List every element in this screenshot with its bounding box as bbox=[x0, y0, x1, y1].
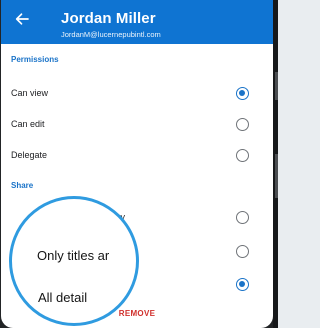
remove-button[interactable]: REMOVE bbox=[1, 309, 273, 318]
contact-name: Jordan Miller bbox=[61, 10, 156, 27]
contact-email: JordanM@lucernepubintl.com bbox=[61, 30, 161, 39]
arrow-left-icon[interactable] bbox=[12, 9, 32, 29]
permission-option-delegate[interactable]: Delegate bbox=[1, 141, 273, 171]
phone-side-button bbox=[275, 72, 278, 100]
radio-dot bbox=[239, 281, 246, 288]
permission-option-can-edit[interactable]: Can edit bbox=[1, 110, 273, 140]
app-header: Jordan Miller JordanM@lucernepubintl.com bbox=[1, 0, 273, 44]
phone-frame: Jordan Miller JordanM@lucernepubintl.com… bbox=[0, 0, 278, 328]
option-label: cations bbox=[107, 246, 136, 256]
share-section-header: Share bbox=[11, 181, 34, 190]
radio-selected[interactable] bbox=[236, 278, 249, 291]
share-option-free-busy[interactable]: busy bbox=[1, 203, 273, 233]
phone-side-button bbox=[275, 154, 278, 198]
share-option-all-details[interactable] bbox=[1, 270, 273, 300]
radio-dot bbox=[239, 90, 246, 97]
option-label: busy bbox=[106, 212, 126, 222]
radio-unselected[interactable] bbox=[236, 149, 249, 162]
radio-selected[interactable] bbox=[236, 87, 249, 100]
permissions-section-header: Permissions bbox=[11, 55, 59, 64]
radio-unselected[interactable] bbox=[236, 118, 249, 131]
radio-unselected[interactable] bbox=[236, 245, 249, 258]
radio-unselected[interactable] bbox=[236, 211, 249, 224]
share-option-titles-locations[interactable]: cations bbox=[1, 237, 273, 267]
permission-option-can-view[interactable]: Can view bbox=[1, 79, 273, 109]
stage: Jordan Miller JordanM@lucernepubintl.com… bbox=[0, 0, 278, 328]
option-label: Can edit bbox=[11, 119, 45, 129]
option-label: Can view bbox=[11, 88, 49, 98]
phone-screen: Jordan Miller JordanM@lucernepubintl.com… bbox=[1, 0, 273, 328]
option-label: Delegate bbox=[11, 150, 48, 160]
